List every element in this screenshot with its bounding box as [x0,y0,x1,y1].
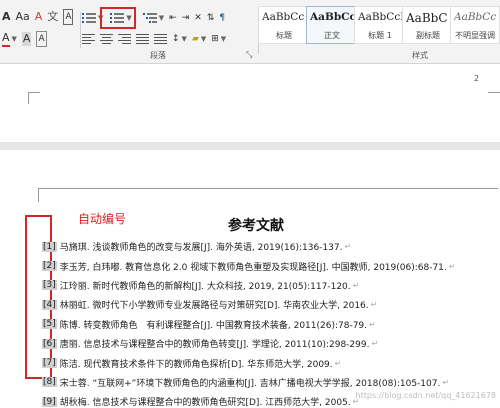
chevron-down-icon[interactable]: ▼ [12,35,17,43]
reference-number[interactable]: [9] [42,396,57,407]
line-spacing-icon[interactable]: ↕ [172,32,180,46]
reference-text: 宋士蓉. “互联网+”环境下教师角色的内涵重构[J]. 吉林广播电视大学学报, … [59,378,441,389]
reference-item[interactable]: [6] 唐丽. 信息技术与课程整合中的教师角色转变[J]. 学理论, 2011(… [42,334,500,353]
sort-icon[interactable]: ⇅ [207,11,215,25]
reference-text: 林丽虹. 微时代下小学教师专业发展路径与对策研究[D]. 华南农业大学, 201… [59,301,369,312]
decrease-indent-icon[interactable]: ⇤ [169,11,177,25]
numbering-highlight-box [100,7,136,29]
style-sample: AaBbCc [262,11,305,23]
paragraph-mark-icon: ↵ [352,280,360,290]
reference-item[interactable]: [4] 林丽虹. 微时代下小学教师专业发展路径与对策研究[D]. 华南农业大学,… [42,295,500,314]
crop-mark [488,92,500,104]
reference-text: 陈博. 转变教师角色 有利课程整合[J]. 中国教育技术装备, 2011(26)… [59,320,368,331]
align-left-icon[interactable] [82,33,95,45]
paragraph-group-label: 段落 [150,51,166,60]
paragraph-mark-icon: ↵ [371,339,379,349]
paragraph-mark-icon: ↵ [334,358,342,368]
paragraph-toolbar-row-2: ↕ ▼ ▰ ▼ ⊞ ▼ [82,31,231,47]
font-toolbar-row-2: A ▼ A A [2,31,52,47]
paragraph-mark-icon: ↵ [448,261,456,271]
style-tile-normal[interactable]: AaBbCc 正文 [306,6,358,44]
style-sample: AaBbCcI [358,11,405,23]
style-sample: AaBbCc [310,11,356,23]
reference-number[interactable]: [4] [42,299,57,310]
paragraph-mark-icon: ↵ [370,300,378,310]
style-tile-heading-1[interactable]: AaBbCcI 标题 1 [354,6,406,44]
reference-text: 胡秋梅. 信息技术与课程整合中的教师角色研究[D]. 江西师范大学, 2005. [59,398,351,408]
reference-number[interactable]: [8] [42,377,57,388]
character-shading-icon[interactable]: A [21,32,32,46]
style-tile-subtle-emphasis[interactable]: AaBbCc 不明显强调 [450,6,500,44]
phonetic-guide-icon[interactable]: 文 [47,10,58,24]
align-center-icon[interactable] [100,33,113,45]
header-margin-mark [38,188,498,202]
page-number: 2 [474,74,480,83]
style-tile-title[interactable]: AaBbCc 标题 [258,6,310,44]
font-size-up-icon[interactable]: A [2,10,11,24]
reference-item[interactable]: [1] 马旖琪. 浅谈教师角色的改变与发展[J]. 海外英语, 2019(16)… [42,237,500,256]
shading-icon[interactable]: ▰ [192,32,199,46]
paragraph-mark-icon: ↵ [262,380,269,389]
chinese-layout-icon[interactable]: ✕ [194,11,202,25]
reference-item[interactable]: [7] 陈洁. 现代教育技术条件下的教师角色探析[D]. 华东师范大学, 200… [42,353,500,372]
increase-indent-icon[interactable]: ⇥ [182,11,190,25]
chevron-down-icon[interactable]: ▼ [182,35,187,43]
ribbon: A Aa A 文 A A ▼ A A ▼ ▼ ▼ ⇤ ⇥ ✕ ⇅ ¶ ↕ ▼ ▰… [0,0,500,64]
reference-number[interactable]: [3] [42,280,57,291]
reference-item[interactable]: [3] 江玲丽. 新时代教师角色的新解构[J]. 大众科技, 2019, 21(… [42,276,500,295]
multilevel-list-icon[interactable] [142,12,157,24]
character-border-icon[interactable]: A [36,31,47,47]
reference-text: 江玲丽. 新时代教师角色的新解构[J]. 大众科技, 2019, 21(05):… [59,281,351,292]
reference-text: 马旖琪. 浅谈教师角色的改变与发展[J]. 海外英语, 2019(16):136… [59,243,343,254]
page-1[interactable]: 2 [0,64,500,142]
paragraph-mark-icon: ↵ [442,377,450,387]
reference-text: 唐丽. 信息技术与课程整合中的教师角色转变[J]. 学理论, 2011(10):… [59,340,370,351]
borders-icon[interactable]: ⊞ [211,32,219,46]
dialog-launcher-icon[interactable]: ⤡ [246,50,252,60]
auto-number-annotation: 自动编号 [78,212,127,226]
style-name: 正文 [324,31,340,40]
enclose-character-icon[interactable]: A [63,9,74,25]
font-toolbar-row-1: A Aa A 文 A [2,9,78,25]
style-name: 不明显强调 [455,31,495,40]
reference-number[interactable]: [1] [42,241,57,252]
references-title[interactable]: 参考文献 [228,215,284,235]
style-name: 标题 [276,31,292,40]
font-color-icon[interactable]: A [2,31,10,47]
paragraph-mark-icon: ↵ [344,242,352,252]
reference-item[interactable]: [5] 陈博. 转变教师角色 有利课程整合[J]. 中国教育技术装备, 2011… [42,315,500,334]
reference-text: 陈洁. 现代教育技术条件下的教师角色探析[D]. 华东师范大学, 2009. [59,359,333,370]
divider [80,12,81,48]
style-name: 副标题 [416,31,440,40]
distributed-icon[interactable] [154,33,167,45]
styles-group-label: 样式 [412,51,428,60]
align-right-icon[interactable] [118,33,131,45]
chevron-down-icon[interactable]: ▼ [201,35,206,43]
reference-item[interactable]: [8] 宋士蓉. “互联网+”环境下教师角色的内涵重构[J]. 吉林广播电视大学… [42,373,500,392]
reference-number[interactable]: [7] [42,358,57,369]
chevron-down-icon[interactable]: ▼ [221,35,226,43]
reference-item[interactable]: [2] 李玉芳, 白玮嘟. 教育信息化 2.0 视域下教师角色重塑及实现路径[J… [42,256,500,275]
styles-gallery: AaBbCc 标题 AaBbCc 正文 AaBbCcI 标题 1 AaBbC 副… [258,4,500,46]
justify-icon[interactable] [136,33,149,45]
bullet-list-icon[interactable] [82,12,96,24]
reference-text: 李玉芳, 白玮嘟. 教育信息化 2.0 视域下教师角色重塑及实现路径[J]. 中… [59,262,447,273]
reference-number[interactable]: [5] [42,319,57,330]
change-case-icon[interactable]: Aa [16,10,30,24]
reference-number[interactable]: [6] [42,338,57,349]
clear-formatting-icon[interactable]: A [35,10,43,24]
paragraph-mark-icon: ↵ [369,319,376,329]
style-sample: AaBbCc [454,11,497,23]
show-marks-icon[interactable]: ¶ [219,11,225,25]
chevron-down-icon[interactable]: ▼ [159,14,164,22]
style-tile-subtitle[interactable]: AaBbC 副标题 [402,6,454,44]
reference-list: [1] 马旖琪. 浅谈教师角色的改变与发展[J]. 海外英语, 2019(16)… [42,237,500,408]
style-name: 标题 1 [368,31,392,40]
style-sample: AaBbC [406,11,448,25]
crop-mark [28,92,40,104]
reference-number[interactable]: [2] [42,261,57,272]
watermark: https://blog.csdn.net/qq_41621678 [355,391,496,400]
